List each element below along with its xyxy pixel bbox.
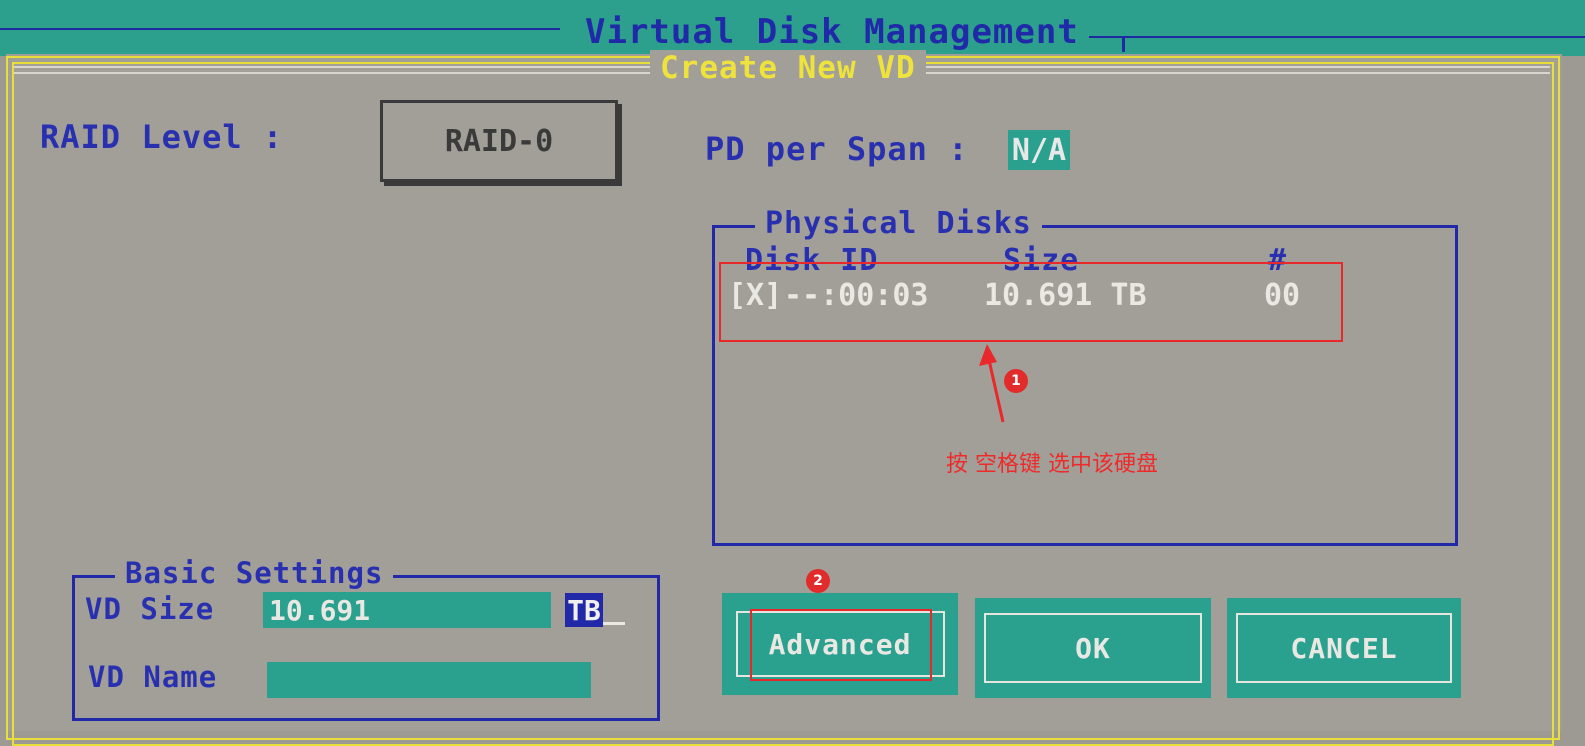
vd-name-label: VD Name bbox=[88, 660, 218, 694]
title-rule-left bbox=[0, 28, 560, 30]
title-rule-tick bbox=[1122, 36, 1125, 52]
raid-level-label: RAID Level : bbox=[40, 118, 284, 156]
cancel-button-label: CANCEL bbox=[1290, 631, 1398, 665]
physical-disks-title: Physical Disks bbox=[755, 206, 1042, 241]
raid-level-value: RAID-0 bbox=[444, 123, 554, 159]
vd-size-value: 10.691 bbox=[269, 593, 371, 627]
cancel-button[interactable]: CANCEL bbox=[1227, 598, 1461, 698]
annotation-badge-1: 1 bbox=[1004, 369, 1028, 393]
annotation-hint-text: 按 空格键 选中该硬盘 bbox=[946, 452, 1158, 477]
vd-size-unit[interactable]: TB bbox=[565, 593, 603, 627]
dialog-title: Create New VD bbox=[650, 50, 926, 86]
text-cursor bbox=[603, 622, 625, 625]
vd-name-input[interactable] bbox=[267, 662, 591, 698]
annotation-highlight-disk-row bbox=[719, 262, 1343, 342]
raid-level-select[interactable]: RAID-0 bbox=[380, 100, 618, 182]
title-rule-right bbox=[1078, 36, 1585, 38]
annotation-highlight-advanced bbox=[750, 609, 932, 681]
window-title: Virtual Disk Management bbox=[575, 12, 1089, 52]
vd-size-unit-text: TB bbox=[567, 593, 601, 627]
vd-size-input[interactable]: 10.691 bbox=[263, 592, 551, 628]
vd-size-label: VD Size bbox=[85, 592, 215, 626]
basic-settings-title: Basic Settings bbox=[115, 556, 394, 590]
ok-button[interactable]: OK bbox=[975, 598, 1211, 698]
annotation-badge-2: 2 bbox=[806, 569, 830, 593]
pd-per-span-label: PD per Span : bbox=[705, 130, 969, 168]
pd-per-span-field[interactable]: N/A bbox=[1008, 130, 1070, 170]
pd-per-span-value: N/A bbox=[1011, 132, 1067, 168]
ok-button-label: OK bbox=[1075, 631, 1111, 665]
